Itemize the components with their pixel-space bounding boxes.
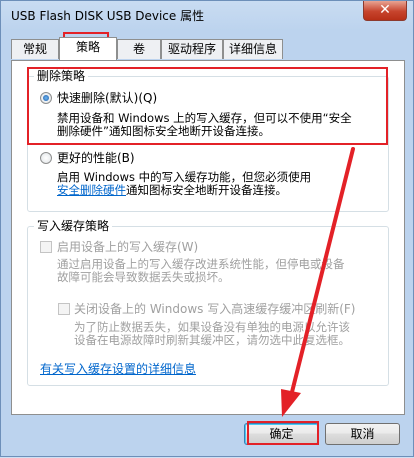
disable-flush-desc-2: 设备在电源故障时刷新其缓冲区，请勿选中此复选框。 bbox=[74, 333, 350, 347]
tab-panel-policies: 删除策略 快速删除(默认)(Q) 禁用设备和 Windows 上的写入缓存，但可… bbox=[11, 60, 405, 415]
quick-removal-radio[interactable] bbox=[40, 92, 52, 104]
quick-removal-desc-1: 禁用设备和 Windows 上的写入缓存，但可以不使用“安全 bbox=[57, 111, 352, 125]
better-performance-desc-1: 启用 Windows 中的写入缓存功能，但您必须使用 bbox=[57, 170, 312, 184]
write-cache-info-link[interactable]: 有关写入缓存设置的详细信息 bbox=[40, 362, 196, 376]
better-performance-desc-2: 安全删除硬件通知图标安全地断开设备连接。 bbox=[57, 183, 287, 197]
tab-general[interactable]: 常规 bbox=[11, 39, 59, 59]
tab-policies[interactable]: 策略 bbox=[59, 37, 117, 60]
ok-button[interactable]: 确定 bbox=[244, 423, 319, 445]
enable-write-cache-desc-2: 故障可能会导致数据丢失或损坏。 bbox=[57, 270, 230, 284]
better-performance-radio[interactable] bbox=[40, 152, 52, 164]
enable-write-cache-desc-1: 通过启用设备上的写入缓存改进系统性能，但停电或设备 bbox=[57, 257, 345, 271]
write-cache-policy-title: 写入缓存策略 bbox=[34, 219, 113, 233]
better-performance-label[interactable]: 更好的性能(B) bbox=[57, 151, 135, 165]
close-button[interactable]: ✕ bbox=[363, 1, 407, 21]
enable-write-cache-label[interactable]: 启用设备上的写入缓存(W) bbox=[57, 240, 198, 254]
properties-dialog: USB Flash DISK USB Device 属性 ✕ 常规 策略 卷 驱… bbox=[0, 0, 414, 457]
disable-flush-label[interactable]: 关闭设备上的 Windows 写入高速缓存缓冲区刷新(F) bbox=[74, 302, 355, 316]
safely-remove-hardware-link[interactable]: 安全删除硬件 bbox=[57, 183, 126, 197]
tab-details[interactable]: 详细信息 bbox=[223, 39, 283, 59]
close-icon: ✕ bbox=[379, 2, 391, 18]
disable-flush-checkbox[interactable] bbox=[58, 303, 70, 315]
cancel-button[interactable]: 取消 bbox=[325, 423, 400, 445]
removal-policy-title: 删除策略 bbox=[34, 69, 89, 83]
title-bar[interactable]: USB Flash DISK USB Device 属性 ✕ bbox=[1, 1, 413, 29]
quick-removal-label[interactable]: 快速删除(默认)(Q) bbox=[57, 91, 157, 105]
disable-flush-desc-1: 为了防止数据丢失，如果设备没有单独的电源以允许该 bbox=[74, 320, 350, 334]
tab-driver[interactable]: 驱动程序 bbox=[161, 39, 223, 59]
better-performance-desc-2-text: 通知图标安全地断开设备连接。 bbox=[126, 183, 287, 197]
quick-removal-desc-2: 删除硬件”通知图标安全地断开设备连接。 bbox=[57, 124, 270, 138]
window-title: USB Flash DISK USB Device 属性 bbox=[11, 9, 205, 23]
tab-volumes[interactable]: 卷 bbox=[117, 39, 161, 59]
enable-write-cache-checkbox[interactable] bbox=[40, 241, 52, 253]
